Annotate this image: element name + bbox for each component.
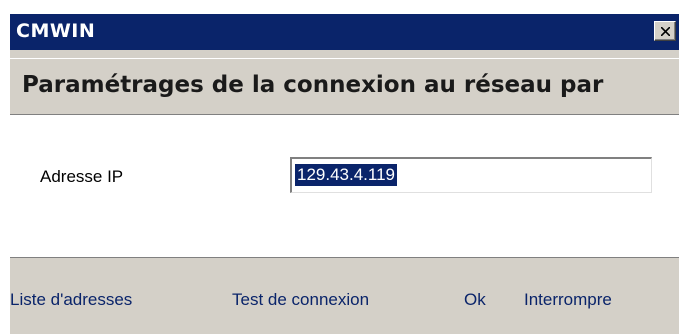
window-title: CMWIN bbox=[16, 20, 96, 42]
ok-button[interactable]: Ok bbox=[464, 290, 486, 310]
header-band: Paramétrages de la connexion au réseau p… bbox=[10, 58, 679, 115]
ip-address-input[interactable]: 129.43.4.119 bbox=[290, 157, 652, 193]
test-connection-button[interactable]: Test de connexion bbox=[232, 290, 369, 310]
cmwin-window: CMWIN Paramétrages de la connexion au ré… bbox=[10, 14, 679, 334]
form-area: Adresse IP 129.43.4.119 bbox=[10, 115, 679, 257]
close-button[interactable] bbox=[654, 21, 676, 41]
close-icon bbox=[661, 27, 670, 36]
page-title: Paramétrages de la connexion au réseau p… bbox=[22, 72, 604, 98]
ip-address-value: 129.43.4.119 bbox=[295, 164, 397, 186]
title-bar[interactable]: CMWIN bbox=[10, 14, 679, 50]
interrupt-button[interactable]: Interrompre bbox=[524, 290, 612, 310]
address-list-button[interactable]: Liste d'adresses bbox=[10, 290, 132, 310]
footer-bar: Liste d'adresses Test de connexion Ok In… bbox=[10, 257, 679, 334]
ip-address-label: Adresse IP bbox=[40, 167, 124, 186]
